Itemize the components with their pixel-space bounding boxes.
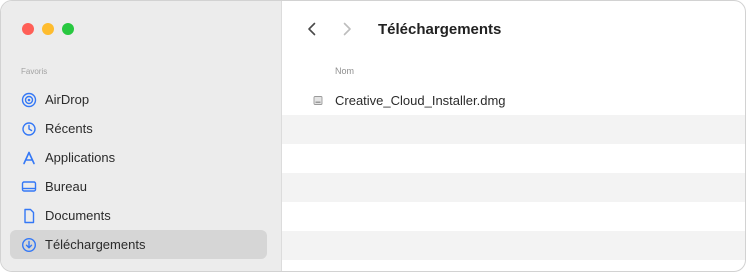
sidebar-item-bureau[interactable]: Bureau xyxy=(10,172,267,201)
sidebar-item-label: Applications xyxy=(45,150,116,165)
close-button[interactable] xyxy=(22,23,34,35)
sidebar-item-label: AirDrop xyxy=(45,92,90,107)
applications-icon xyxy=(21,150,37,166)
download-icon xyxy=(21,237,37,253)
sidebar-item-label: Bureau xyxy=(45,179,87,194)
sidebar-item-label: Téléchargements xyxy=(45,237,146,252)
desktop-icon xyxy=(21,179,37,195)
sidebar-list: AirDrop Récents Applications Bureau Docu… xyxy=(10,85,267,259)
finder-window: Favoris AirDrop Récents Applications Bur… xyxy=(0,0,746,272)
empty-row xyxy=(282,144,745,173)
sidebar-item-label: Récents xyxy=(45,121,93,136)
window-controls xyxy=(22,23,74,35)
back-button[interactable] xyxy=(302,19,322,39)
sidebar-item-telechargements[interactable]: Téléchargements xyxy=(10,230,267,259)
sidebar-section-label: Favoris xyxy=(21,67,48,76)
sidebar: Favoris AirDrop Récents Applications Bur… xyxy=(1,1,282,271)
zoom-button[interactable] xyxy=(62,23,74,35)
airdrop-icon xyxy=(21,92,37,108)
column-header[interactable]: Nom xyxy=(282,57,745,86)
sidebar-item-recents[interactable]: Récents xyxy=(10,114,267,143)
file-name: Creative_Cloud_Installer.dmg xyxy=(335,93,506,108)
empty-row xyxy=(282,173,745,202)
toolbar: Téléchargements xyxy=(282,1,745,57)
chevron-left-icon xyxy=(308,22,316,36)
empty-row xyxy=(282,115,745,144)
disk-image-icon xyxy=(313,95,325,107)
sidebar-item-label: Documents xyxy=(45,208,111,223)
column-name-header[interactable]: Nom xyxy=(335,66,354,76)
chevron-right-icon xyxy=(343,22,351,36)
window-title: Téléchargements xyxy=(378,21,502,38)
minimize-button[interactable] xyxy=(42,23,54,35)
file-row[interactable]: Creative_Cloud_Installer.dmg xyxy=(282,86,745,115)
clock-icon xyxy=(21,121,37,137)
main-content: Téléchargements Nom Creative_Cloud_Insta… xyxy=(282,1,745,271)
sidebar-item-airdrop[interactable]: AirDrop xyxy=(10,85,267,114)
empty-row xyxy=(282,231,745,260)
forward-button[interactable] xyxy=(337,19,357,39)
file-list: Creative_Cloud_Installer.dmg xyxy=(282,86,745,260)
empty-row xyxy=(282,202,745,231)
sidebar-item-applications[interactable]: Applications xyxy=(10,143,267,172)
document-icon xyxy=(21,208,37,224)
sidebar-item-documents[interactable]: Documents xyxy=(10,201,267,230)
